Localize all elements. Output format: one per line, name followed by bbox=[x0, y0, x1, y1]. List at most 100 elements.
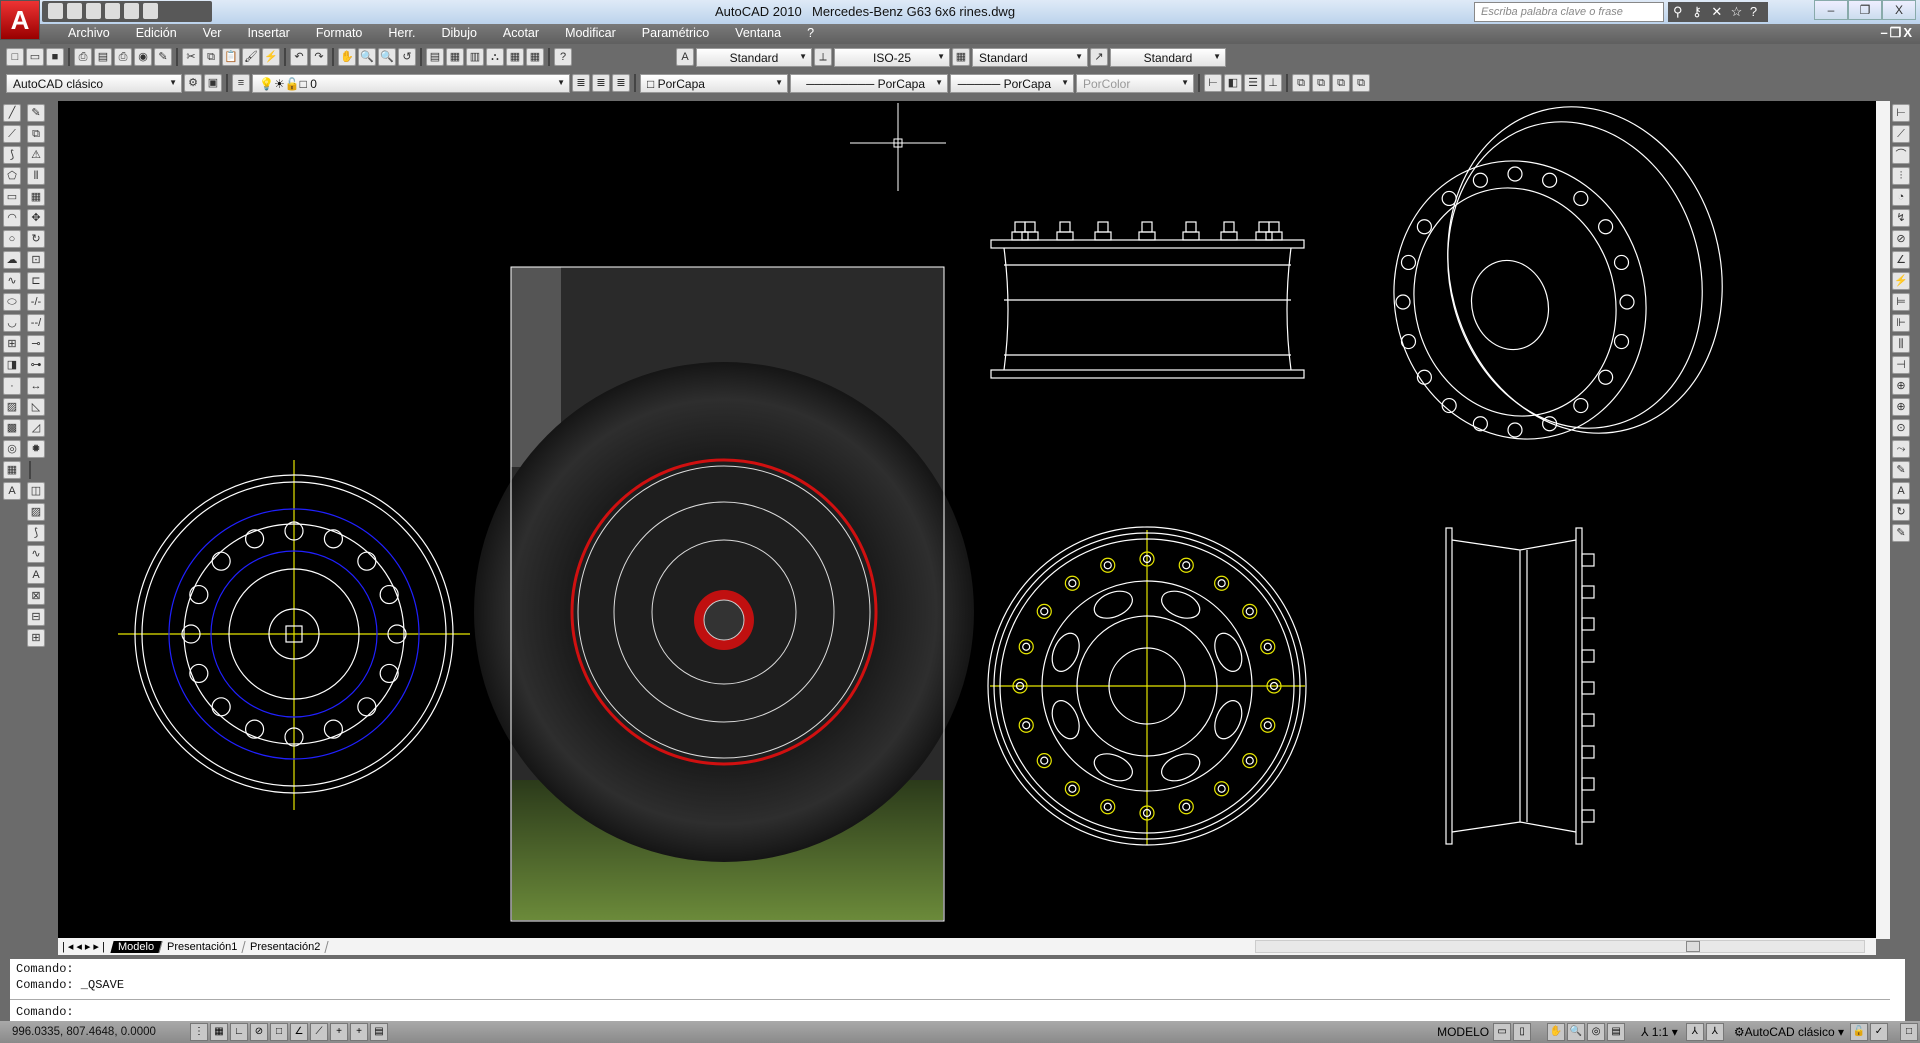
menu-0[interactable]: Archivo bbox=[55, 24, 123, 44]
workspace-select[interactable]: AutoCAD clásico bbox=[6, 73, 182, 93]
steering-wheel-icon[interactable]: ◎ bbox=[1587, 1023, 1606, 1041]
region-icon[interactable]: ◎ bbox=[3, 440, 21, 458]
insert-block-icon[interactable]: ⊞ bbox=[3, 335, 21, 353]
dim-style-icon[interactable]: ⟂ bbox=[814, 48, 832, 66]
color-select[interactable]: □ PorCapa bbox=[640, 73, 788, 93]
copy-object-icon[interactable]: ⧉ bbox=[27, 125, 45, 143]
lock-icon[interactable]: 🔓 bbox=[1850, 1023, 1868, 1041]
menu-2[interactable]: Ver bbox=[190, 24, 235, 44]
block-attribute-icon[interactable]: ⊟ bbox=[27, 608, 45, 626]
minimize-button[interactable]: – bbox=[1814, 0, 1848, 20]
mirror-icon[interactable]: ⚠ bbox=[27, 146, 45, 164]
make-current-layer-icon[interactable]: ≣ bbox=[572, 74, 590, 92]
command-prompt[interactable]: Comando: bbox=[16, 1005, 74, 1019]
break-icon[interactable]: ⊶ bbox=[27, 356, 45, 374]
polar-icon[interactable]: ⊘ bbox=[250, 1023, 268, 1041]
application-menu-button[interactable]: A bbox=[0, 0, 40, 40]
menu-6[interactable]: Dibujo bbox=[428, 24, 489, 44]
dim-style-select[interactable]: ISO-25 bbox=[834, 47, 950, 67]
publish-icon[interactable]: ⎙ bbox=[114, 48, 132, 66]
erase-icon[interactable]: ✎ bbox=[27, 104, 45, 122]
zoom-icon[interactable]: 🔍 bbox=[1567, 1023, 1586, 1041]
spline-icon[interactable]: ∿ bbox=[3, 272, 21, 290]
layer-isolate-icon[interactable]: ≣ bbox=[612, 74, 630, 92]
paste-icon[interactable]: 📋 bbox=[222, 48, 240, 66]
dim-style-ctrl-icon[interactable]: ✎ bbox=[1892, 524, 1910, 542]
polyline-icon[interactable]: ⟆ bbox=[3, 146, 21, 164]
break-at-point-icon[interactable]: ⊸ bbox=[27, 335, 45, 353]
join-icon[interactable]: ↔ bbox=[27, 377, 45, 395]
circle-icon[interactable]: ○ bbox=[3, 230, 21, 248]
scale-icon[interactable]: ⊡ bbox=[27, 251, 45, 269]
menu-10[interactable]: Ventana bbox=[722, 24, 794, 44]
undo-icon[interactable] bbox=[105, 3, 120, 19]
save-icon[interactable]: ■ bbox=[46, 48, 64, 66]
dim-update-icon[interactable]: ↻ bbox=[1892, 503, 1910, 521]
block-editor-icon[interactable]: ⚡ bbox=[262, 48, 280, 66]
tab-layout-1[interactable]: Presentación1 bbox=[159, 940, 246, 953]
lineweight-select[interactable]: ───── PorCapa bbox=[950, 73, 1074, 93]
diameter-icon[interactable]: ⊘ bbox=[1892, 230, 1910, 248]
linear-dim-icon[interactable]: ⊢ bbox=[1892, 104, 1910, 122]
chamfer-icon[interactable]: ◺ bbox=[27, 398, 45, 416]
hatch-icon[interactable]: ▨ bbox=[3, 398, 21, 416]
showmotion-icon[interactable]: ▤ bbox=[1607, 1023, 1626, 1041]
vertical-scrollbar[interactable] bbox=[1876, 101, 1890, 939]
menu-7[interactable]: Acotar bbox=[490, 24, 552, 44]
quick-view-icon[interactable]: ▯ bbox=[1513, 1023, 1532, 1041]
quickcalc-icon[interactable]: ▦ bbox=[526, 48, 544, 66]
aligned-dim-icon[interactable]: ⟋ bbox=[1892, 125, 1910, 143]
dim-edit-icon[interactable]: ✎ bbox=[1892, 461, 1910, 479]
tab-layout-2[interactable]: Presentación2 bbox=[242, 940, 330, 953]
horizontal-scrollbar[interactable] bbox=[1255, 940, 1865, 953]
draw-order-icon[interactable]: ◫ bbox=[27, 482, 45, 500]
offset-icon[interactable]: ⫴ bbox=[27, 167, 45, 185]
extend-icon[interactable]: --/ bbox=[27, 314, 45, 332]
satellite-icon[interactable]: ✕ bbox=[1711, 4, 1724, 19]
preview-icon[interactable]: ▤ bbox=[94, 48, 112, 66]
sheet-set-icon[interactable]: ⛬ bbox=[486, 48, 504, 66]
dim-text-edit-icon[interactable]: A bbox=[1892, 482, 1910, 500]
redo-icon[interactable] bbox=[124, 3, 139, 19]
ducs-icon[interactable]: ⟋ bbox=[310, 1023, 328, 1041]
make-block-icon[interactable]: ◨ bbox=[3, 356, 21, 374]
hardware-acceleration-icon[interactable]: ✓ bbox=[1870, 1023, 1888, 1041]
explode-icon[interactable]: ✹ bbox=[27, 440, 45, 458]
help-icon[interactable]: ? bbox=[1750, 4, 1763, 19]
multileader-style-icon[interactable]: ↗ bbox=[1090, 48, 1108, 66]
menu-3[interactable]: Insertar bbox=[234, 24, 302, 44]
new-icon[interactable]: □ bbox=[6, 48, 24, 66]
table-style-icon[interactable]: ▦ bbox=[952, 48, 970, 66]
zoom-previous-icon[interactable]: ↺ bbox=[398, 48, 416, 66]
copy-icon[interactable]: ⧉ bbox=[202, 48, 220, 66]
annotation-visibility-icon[interactable]: ⅄ bbox=[1685, 1023, 1704, 1041]
radius-dim-icon[interactable]: ◔ bbox=[1892, 188, 1910, 206]
close-button[interactable]: X bbox=[1882, 0, 1916, 20]
rotate-icon[interactable]: ↻ bbox=[27, 230, 45, 248]
dimension-icon[interactable]: ⊢ bbox=[1204, 74, 1222, 92]
text-style-select[interactable]: Standard bbox=[696, 47, 812, 67]
ordinate-icon[interactable]: ⫶ bbox=[1892, 167, 1910, 185]
3d-dwf-icon[interactable]: ◉ bbox=[134, 48, 152, 66]
workspace-switch[interactable]: ⚙AutoCAD clásico ▾ bbox=[1734, 1025, 1844, 1039]
polygon-icon[interactable]: ⬠ bbox=[3, 167, 21, 185]
save-icon[interactable] bbox=[86, 3, 101, 19]
pan-icon[interactable]: ✋ bbox=[338, 48, 356, 66]
list-icon[interactable]: ☰ bbox=[1244, 74, 1262, 92]
ellipse-arc-icon[interactable]: ◡ bbox=[3, 314, 21, 332]
revcloud-icon[interactable]: ☁ bbox=[3, 251, 21, 269]
menu-9[interactable]: Paramétrico bbox=[629, 24, 722, 44]
trim-icon[interactable]: -/- bbox=[27, 293, 45, 311]
dim-break-icon[interactable]: ⊣ bbox=[1892, 356, 1910, 374]
edit-spline-icon[interactable]: ∿ bbox=[27, 545, 45, 563]
ucs-icon[interactable]: ⊥ bbox=[1264, 74, 1282, 92]
tab-navigation-arrows[interactable]: |◂◂▸▸| bbox=[58, 940, 112, 953]
menu-8[interactable]: Modificar bbox=[552, 24, 629, 44]
line-icon[interactable]: ╱ bbox=[3, 104, 21, 122]
zoom-realtime-icon[interactable]: 🔍 bbox=[358, 48, 376, 66]
menu-11[interactable]: ? bbox=[794, 24, 827, 44]
design-center-icon[interactable]: ▦ bbox=[446, 48, 464, 66]
center-mark-icon[interactable]: ⊕ bbox=[1892, 398, 1910, 416]
stretch-icon[interactable]: ⊏ bbox=[27, 272, 45, 290]
layout-icon[interactable]: ▭ bbox=[1493, 1023, 1512, 1041]
